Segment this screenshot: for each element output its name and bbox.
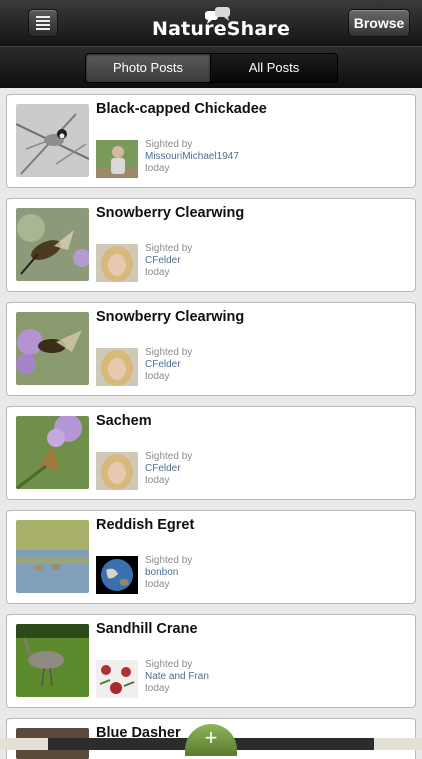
- post-photo: [16, 208, 89, 281]
- post-time: today: [145, 579, 170, 590]
- app-logo: NatureShare: [152, 18, 291, 40]
- user-link[interactable]: bonbon: [145, 567, 192, 579]
- post-meta: Sighted by MissouriMichael1947 today: [145, 139, 239, 175]
- post-time: today: [145, 163, 170, 174]
- sighted-label: Sighted by: [145, 139, 193, 150]
- post-photo: [16, 312, 89, 385]
- post-photo: [16, 104, 89, 177]
- post-card[interactable]: Snowberry Clearwing Sighted by CFelder t…: [6, 198, 416, 292]
- post-title: Snowberry Clearwing: [96, 309, 245, 325]
- user-link[interactable]: Nate and Fran: [145, 671, 209, 683]
- sighted-label: Sighted by: [145, 243, 193, 254]
- post-meta: Sighted by bonbon today: [145, 555, 192, 591]
- user-avatar: [96, 244, 138, 282]
- user-link[interactable]: MissouriMichael1947: [145, 151, 239, 163]
- post-photo: [16, 624, 89, 697]
- sighted-label: Sighted by: [145, 347, 193, 358]
- user-link[interactable]: CFelder: [145, 255, 192, 267]
- user-avatar: [96, 348, 138, 386]
- post-title: Snowberry Clearwing: [96, 205, 245, 221]
- menu-button[interactable]: [28, 9, 58, 37]
- post-time: today: [145, 267, 170, 278]
- browse-button[interactable]: Browse: [348, 9, 410, 37]
- user-avatar: [96, 140, 138, 178]
- user-avatar: [96, 660, 138, 698]
- sighted-label: Sighted by: [145, 451, 193, 462]
- post-meta: Sighted by CFelder today: [145, 347, 192, 383]
- menu-icon: [36, 16, 50, 32]
- user-link[interactable]: CFelder: [145, 359, 192, 371]
- tab-photo-posts[interactable]: Photo Posts: [85, 53, 211, 83]
- tab-all-posts[interactable]: All Posts: [210, 53, 338, 83]
- post-card[interactable]: Snowberry Clearwing Sighted by CFelder t…: [6, 302, 416, 396]
- post-card[interactable]: Black-capped Chickadee Sighted by Missou…: [6, 94, 416, 188]
- sighted-label: Sighted by: [145, 555, 193, 566]
- post-card[interactable]: Sandhill Crane Sighted by Nate and Fran …: [6, 614, 416, 708]
- post-title: Sandhill Crane: [96, 621, 198, 637]
- post-time: today: [145, 371, 170, 382]
- post-title: Sachem: [96, 413, 152, 429]
- sighted-label: Sighted by: [145, 659, 193, 670]
- post-card[interactable]: Reddish Egret Sighted by bonbon today: [6, 510, 416, 604]
- user-avatar: [96, 556, 138, 594]
- segmented-control-bar: Photo Posts All Posts: [0, 46, 422, 88]
- top-bar: NatureShare Browse: [0, 0, 422, 46]
- post-meta: Sighted by CFelder today: [145, 243, 192, 279]
- post-title: Reddish Egret: [96, 517, 195, 533]
- post-time: today: [145, 683, 170, 694]
- post-photo: [16, 416, 89, 489]
- post-meta: Sighted by CFelder today: [145, 451, 192, 487]
- post-time: today: [145, 475, 170, 486]
- post-card[interactable]: Sachem Sighted by CFelder today: [6, 406, 416, 500]
- post-photo: [16, 520, 89, 593]
- user-link[interactable]: CFelder: [145, 463, 192, 475]
- user-avatar: [96, 452, 138, 490]
- add-post-button[interactable]: +: [185, 724, 237, 756]
- post-title: Black-capped Chickadee: [96, 101, 267, 117]
- post-meta: Sighted by Nate and Fran today: [145, 659, 209, 695]
- plus-icon: +: [204, 725, 218, 750]
